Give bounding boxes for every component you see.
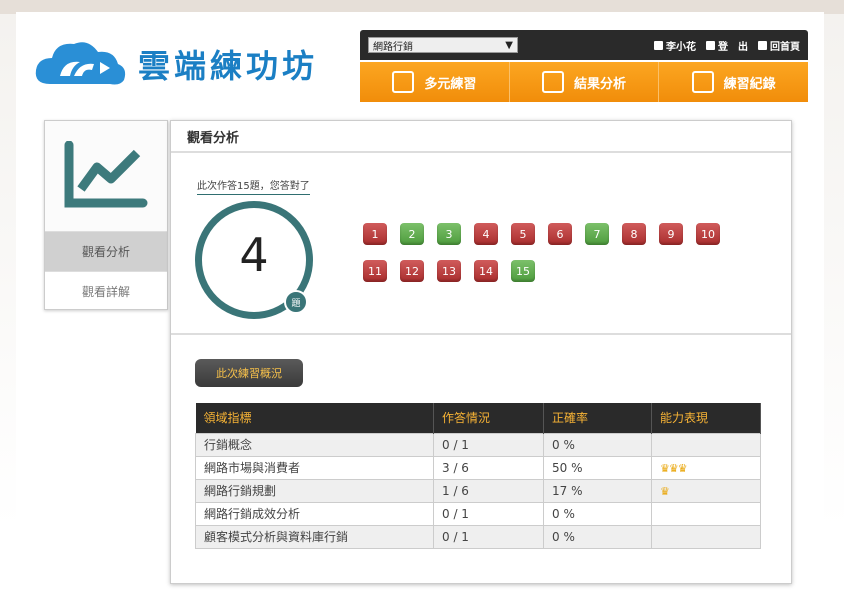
question-button[interactable]: 2 xyxy=(400,223,424,245)
crown-icon: ♛ xyxy=(660,484,670,498)
crown-icon: ♛ xyxy=(668,461,679,475)
unit-badge: 題 xyxy=(284,290,308,314)
domain-cell: 網路行銷規劃 xyxy=(195,478,434,503)
calendar-icon xyxy=(392,71,415,93)
score-summary: 此次作答15題，您答對了 xyxy=(197,177,310,195)
rate-cell: 17 % xyxy=(543,478,652,503)
rate-cell: 0 % xyxy=(543,432,652,457)
page-title: 觀看分析 xyxy=(171,121,791,153)
question-grid: 1 2 3 4 5 6 7 8 9 10 11 12 13 14 15 xyxy=(363,223,735,282)
brand-name: 雲端練功坊 xyxy=(138,47,319,85)
question-button[interactable]: 5 xyxy=(511,223,535,245)
question-button[interactable]: 4 xyxy=(474,223,498,245)
rate-cell: 0 % xyxy=(543,501,652,526)
logout-link[interactable]: 登 出 xyxy=(706,38,748,53)
question-button[interactable]: 3 xyxy=(437,223,461,245)
edit-icon xyxy=(691,71,714,93)
nav-practice[interactable]: 多元練習 xyxy=(360,62,510,102)
answered-cell: 0 / 1 xyxy=(433,524,544,549)
logout-label: 登 出 xyxy=(718,41,748,53)
domain-cell: 行銷概念 xyxy=(195,432,434,457)
top-bar: 網路行銷 ▼ 李小花 登 出 回首頁 xyxy=(360,30,808,60)
main-nav: 多元練習 結果分析 練習紀錄 xyxy=(360,62,808,102)
sidebar-item-analysis[interactable]: 觀看分析 xyxy=(45,231,167,271)
rate-cell: 50 % xyxy=(543,455,652,480)
question-button[interactable]: 12 xyxy=(400,260,424,282)
document-icon xyxy=(542,71,564,93)
sidebar-item-solutions[interactable]: 觀看詳解 xyxy=(45,271,167,311)
crown-icon: ♛ xyxy=(677,461,688,475)
logout-icon xyxy=(706,40,715,50)
question-button[interactable]: 1 xyxy=(363,223,387,245)
crown-icon: ♛ xyxy=(660,461,670,475)
answered-cell: 1 / 6 xyxy=(433,478,544,503)
table-header-row: 領域指標 作答情況 正確率 能力表現 xyxy=(195,403,761,433)
question-button[interactable]: 9 xyxy=(659,223,683,245)
logo[interactable]: 雲端練功坊 xyxy=(30,30,340,98)
table-row: 行銷概念 0 / 10 % xyxy=(195,432,761,457)
rate-cell: 0 % xyxy=(543,524,652,549)
analysis-panel: 觀看分析 此次作答15題，您答對了 4 題 1 2 3 4 5 6 7 8 9 10 11 12 13 1… xyxy=(170,120,792,584)
user-link[interactable]: 李小花 xyxy=(654,38,696,53)
domain-cell: 網路行銷成效分析 xyxy=(195,501,434,526)
performance-cell: ♛♛♛ xyxy=(651,455,761,480)
sidebar-header xyxy=(45,121,167,231)
cloud-logo-icon xyxy=(35,42,126,85)
correct-count: 4 xyxy=(239,228,269,282)
performance-cell xyxy=(651,432,761,457)
sidebar-item-label: 觀看分析 xyxy=(81,245,130,259)
domain-cell: 網路市場與消費者 xyxy=(195,455,434,480)
table-row: 網路行銷成效分析 0 / 10 % xyxy=(195,501,761,526)
home-link[interactable]: 回首頁 xyxy=(758,38,800,53)
user-icon xyxy=(654,40,663,50)
sidebar: 觀看分析 觀看詳解 xyxy=(44,120,168,310)
table-row: 網路市場與消費者 3 / 6 50 % ♛♛♛ xyxy=(195,455,761,480)
header-performance: 能力表現 xyxy=(651,403,761,433)
course-select[interactable]: 網路行銷 ▼ xyxy=(368,37,518,53)
nav-practice-label: 多元練習 xyxy=(424,76,477,92)
nav-records[interactable]: 練習紀錄 xyxy=(659,62,808,102)
user-name: 李小花 xyxy=(666,41,696,53)
question-button[interactable]: 6 xyxy=(548,223,572,245)
question-button[interactable]: 14 xyxy=(474,260,498,282)
table-row: 網路行銷規劃 1 / 6 17 % ♛ xyxy=(195,478,761,503)
home-icon xyxy=(758,40,767,50)
question-button[interactable]: 10 xyxy=(696,223,720,245)
performance-cell xyxy=(651,501,761,526)
divider xyxy=(171,333,791,335)
chevron-down-icon: ▼ xyxy=(505,39,513,51)
performance-cell: ♛ xyxy=(651,478,761,503)
answered-cell: 3 / 6 xyxy=(433,455,544,480)
header-rate: 正確率 xyxy=(543,403,652,433)
question-button[interactable]: 7 xyxy=(585,223,609,245)
nav-analysis[interactable]: 結果分析 xyxy=(510,62,660,102)
course-select-value: 網路行銷 xyxy=(373,41,413,53)
question-button[interactable]: 13 xyxy=(437,260,461,282)
domain-cell: 顧客模式分析與資料庫行銷 xyxy=(195,524,434,549)
nav-analysis-label: 結果分析 xyxy=(574,76,627,92)
overview-button[interactable]: 此次練習概況 xyxy=(195,359,303,387)
nav-records-label: 練習紀錄 xyxy=(723,76,776,92)
line-chart-icon xyxy=(64,141,148,208)
home-label: 回首頁 xyxy=(770,41,800,53)
table-row: 顧客模式分析與資料庫行銷 0 / 10 % xyxy=(195,524,761,549)
score-ring: 4 題 xyxy=(195,201,313,319)
question-button[interactable]: 15 xyxy=(511,260,535,282)
domain-table: 領域指標 作答情況 正確率 能力表現 行銷概念 0 / 10 % 網路市場與消費者 3… xyxy=(195,403,761,549)
question-button[interactable]: 11 xyxy=(363,260,387,282)
sidebar-item-label: 觀看詳解 xyxy=(81,285,130,299)
header-answered: 作答情況 xyxy=(433,403,544,433)
answered-cell: 0 / 1 xyxy=(433,432,544,457)
header-domain: 領域指標 xyxy=(195,403,434,433)
performance-cell xyxy=(651,524,761,549)
question-button[interactable]: 8 xyxy=(622,223,646,245)
answered-cell: 0 / 1 xyxy=(433,501,544,526)
